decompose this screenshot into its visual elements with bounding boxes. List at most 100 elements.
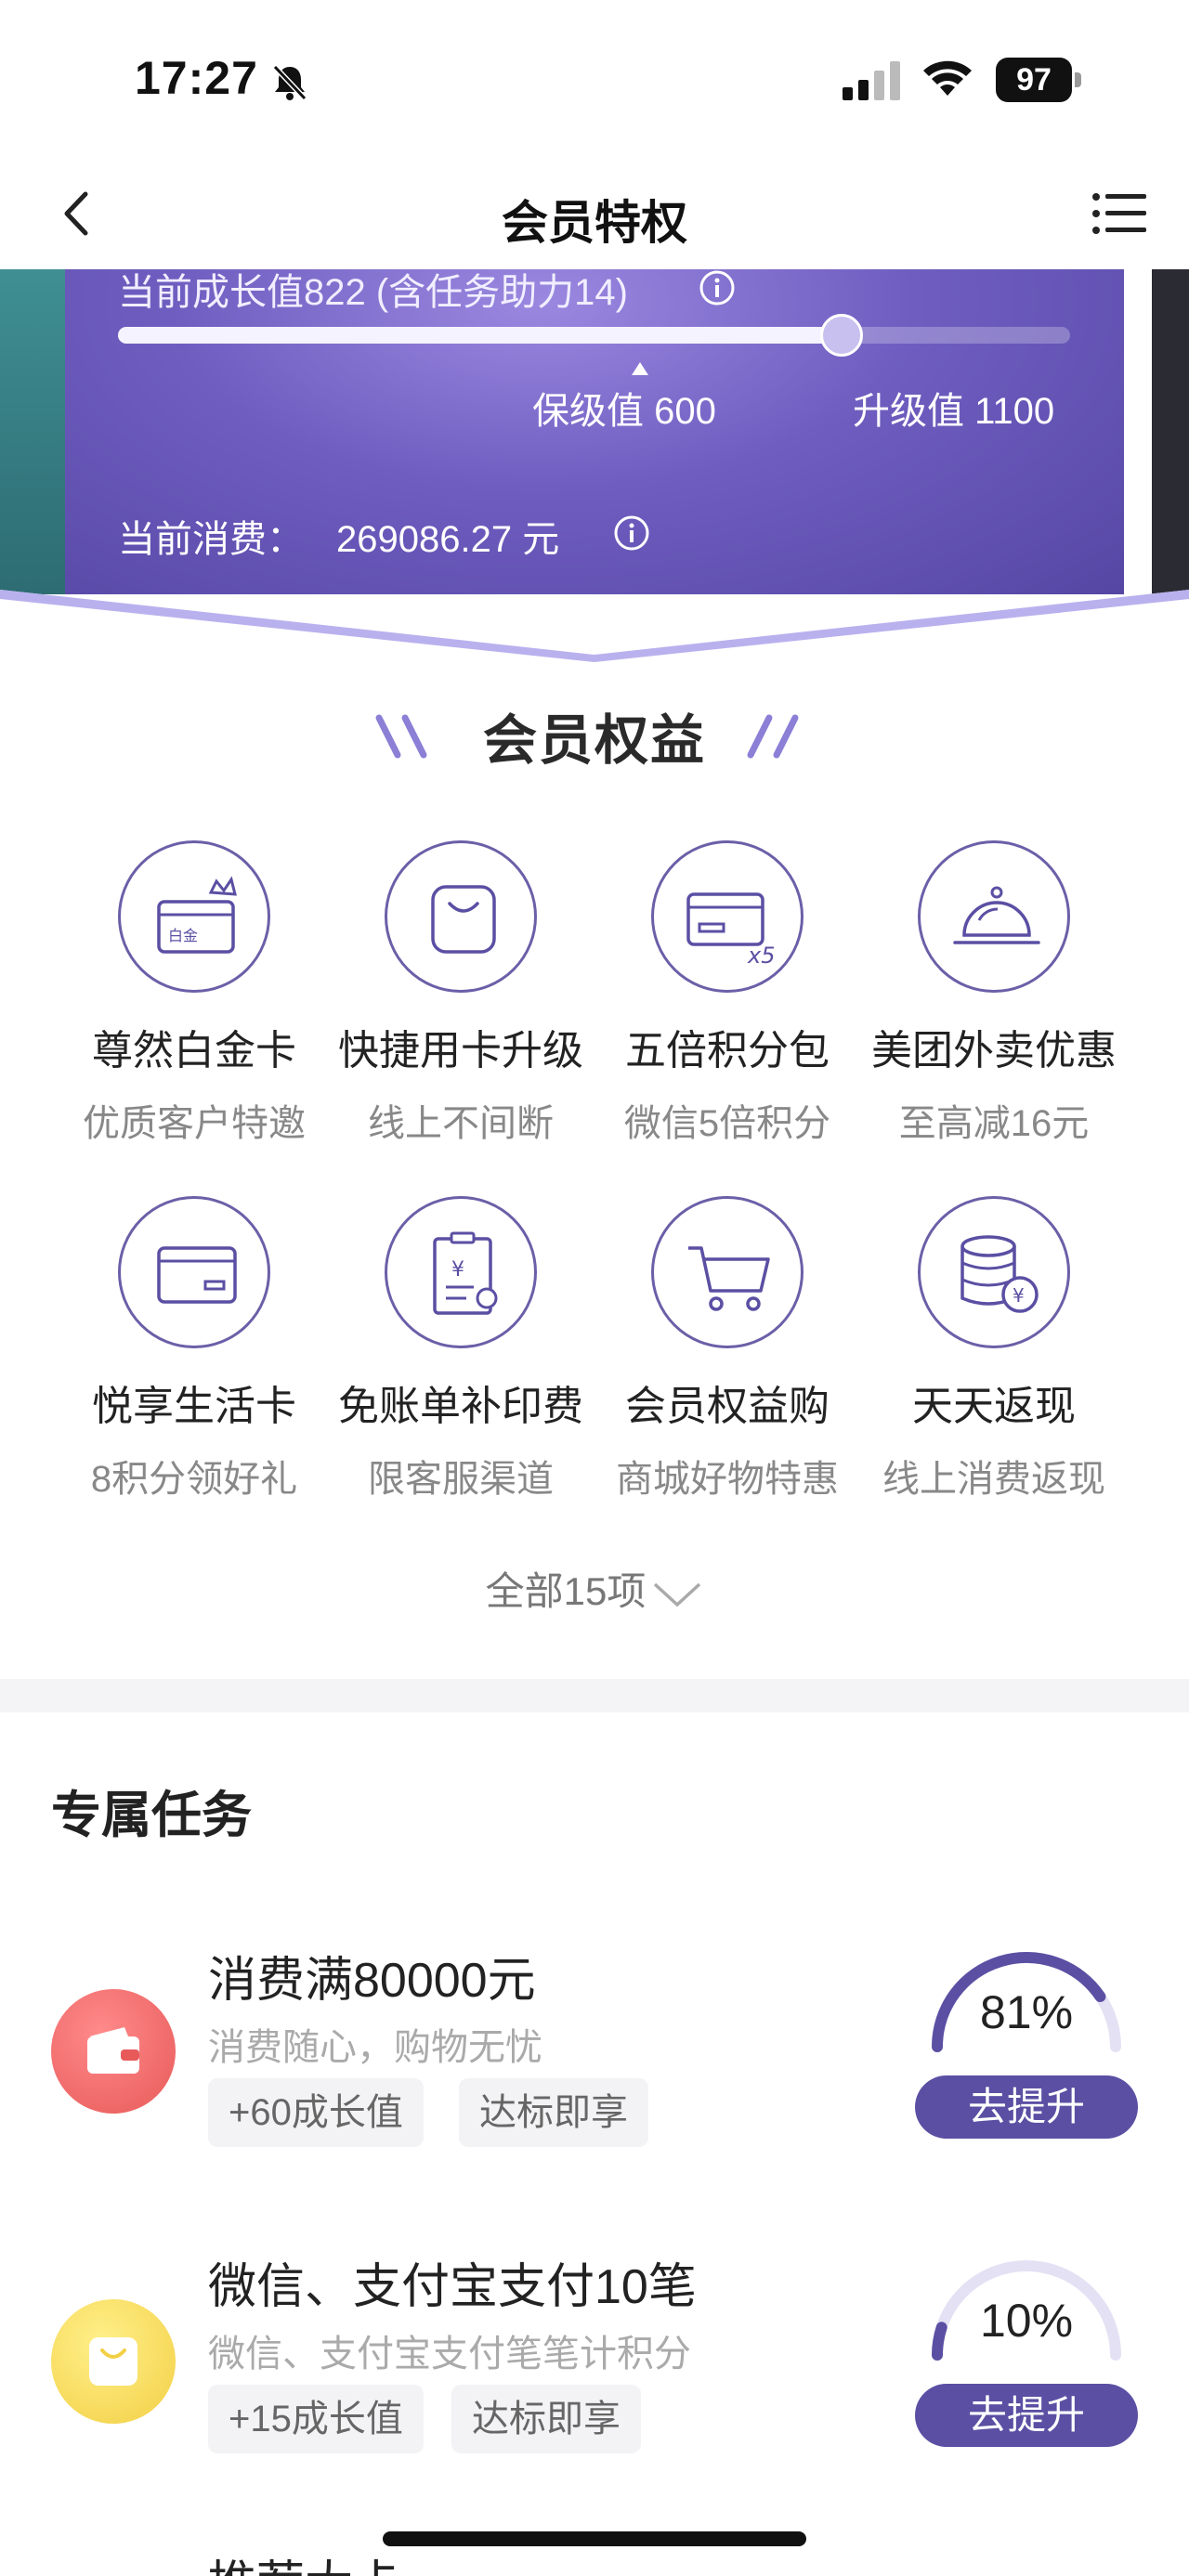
- benefit-desc: 线上消费返现: [882, 1459, 1105, 1500]
- benefit-desc: 限客服渠道: [368, 1459, 554, 1500]
- task-tag: +15成长值: [208, 2385, 424, 2453]
- benefits-title: 会员权益: [482, 710, 706, 771]
- benefit-icon-circle: [385, 840, 537, 993]
- benefit-name: 天天返现: [912, 1384, 1076, 1429]
- currency-text: ¥: [451, 1258, 464, 1281]
- status-time: 17:27: [135, 52, 258, 104]
- benefit-name: 尊然白金卡: [92, 1028, 296, 1073]
- benefit-name: 免账单补印费: [338, 1384, 583, 1429]
- progress-gauge: 10%: [924, 2251, 1129, 2372]
- growth-progress-fill: [118, 327, 842, 344]
- benefit-icon-circle: x5: [651, 840, 804, 993]
- benefit-meituan-discount[interactable]: 美团外卖优惠 至高减16元: [859, 840, 1129, 1156]
- x5-badge-text: x5: [747, 943, 775, 969]
- card-x5-icon: x5: [686, 892, 775, 969]
- food-cloche-icon: [953, 886, 1040, 944]
- benefit-bill-reprint[interactable]: ¥ 免账单补印费 限客服渠道: [326, 1196, 595, 1512]
- banner-right-card-edge: [1152, 269, 1189, 594]
- card-text: 白金: [168, 927, 198, 944]
- chevron-down-icon: [654, 1582, 701, 1607]
- home-indicator: [383, 2531, 806, 2546]
- benefits-header: 会员权益: [0, 696, 1189, 771]
- task-tag: 达标即享: [459, 2078, 648, 2147]
- task-icon-circle: [51, 1989, 176, 2114]
- task-subtitle: 消费随心，购物无忧: [208, 2027, 542, 2068]
- bill-icon: ¥: [433, 1231, 498, 1315]
- benefit-icon-circle: [918, 840, 1070, 993]
- benefit-platinum-card[interactable]: 白金 尊然白金卡 优质客户特邀: [59, 840, 329, 1156]
- benefit-name: 悦享生活卡: [92, 1384, 296, 1429]
- info-icon[interactable]: [613, 514, 650, 552]
- benefit-desc: 8积分领好礼: [90, 1459, 298, 1500]
- benefit-desc: 至高减16元: [898, 1103, 1090, 1144]
- benefit-member-shopping[interactable]: 会员权益购 商城好物特惠: [593, 1196, 862, 1512]
- improve-button[interactable]: 去提升: [915, 2384, 1138, 2447]
- platinum-card-icon: 白金: [157, 876, 237, 954]
- benefit-name: 快捷用卡升级: [338, 1028, 583, 1073]
- info-icon[interactable]: [699, 269, 736, 306]
- section-divider: [0, 1679, 1189, 1712]
- progress-percent: 81%: [979, 1986, 1074, 2038]
- task-title: 消费满80000元: [208, 1954, 536, 2008]
- nav-bar: 会员特权: [0, 158, 1189, 269]
- menu-list-button[interactable]: [1087, 184, 1152, 243]
- benefit-icon-circle: [651, 1196, 804, 1348]
- growth-progress-bar: [118, 314, 1070, 357]
- membership-banner: 当前成长值822 (含任务助力14) 保级值 600 升级值 1100 当前消费…: [0, 269, 1189, 669]
- benefit-five-times-points[interactable]: x5 五倍积分包 微信5倍积分: [593, 840, 862, 1156]
- slash-decoration-icon: [375, 714, 427, 759]
- keep-level-marker: [632, 362, 648, 375]
- battery-tip: [1075, 72, 1081, 87]
- benefit-icon-circle: 白金: [118, 840, 270, 993]
- keep-level-label: 保级值 600: [532, 391, 716, 432]
- wallet-icon: [87, 2027, 139, 2074]
- banner-left-card-edge: [0, 269, 65, 594]
- benefit-icon-circle: ¥: [385, 1196, 537, 1348]
- spend-label: 当前消费：: [118, 519, 304, 560]
- benefit-icon-circle: [118, 1196, 270, 1348]
- benefit-name: 美团外卖优惠: [871, 1028, 1117, 1073]
- progress-percent: 10%: [979, 2295, 1074, 2347]
- task-tag: +60成长值: [208, 2078, 424, 2147]
- upgrade-level-label: 升级值 1100: [853, 391, 1055, 432]
- spend-value: 269086.27 元: [336, 519, 560, 560]
- currency-text: ¥: [1013, 1284, 1025, 1307]
- benefit-quick-upgrade[interactable]: 快捷用卡升级 线上不间断: [326, 840, 595, 1156]
- slash-decoration-icon: [747, 714, 799, 759]
- bell-muted-icon: [272, 64, 307, 101]
- benefit-name: 五倍积分包: [625, 1028, 830, 1073]
- task-tag: 达标即享: [451, 2385, 641, 2453]
- improve-button[interactable]: 去提升: [915, 2075, 1138, 2139]
- bag-icon: [431, 885, 496, 954]
- growth-value-text: 当前成长值822 (含任务助力14): [118, 272, 628, 313]
- benefit-desc: 线上不间断: [368, 1103, 554, 1144]
- wheat-knob-icon: [820, 314, 863, 357]
- benefit-name: 会员权益购: [625, 1384, 830, 1429]
- benefit-icon-circle: ¥: [918, 1196, 1070, 1348]
- status-bar: 17:27 97: [0, 0, 1189, 158]
- task-title-partial: 推荐大卡: [208, 2544, 401, 2576]
- task-item: 消费满80000元 消费随心，购物无忧 +60成长值 达标即享 81% 去提升: [0, 1932, 1189, 2210]
- cellular-signal-icon: [843, 61, 900, 100]
- coins-icon: ¥: [960, 1235, 1039, 1313]
- benefit-desc: 商城好物特惠: [616, 1459, 839, 1500]
- task-icon-circle: [51, 2299, 176, 2424]
- card-icon: [157, 1246, 237, 1304]
- task-title: 微信、支付宝支付10笔: [208, 2260, 697, 2314]
- battery-level: 97: [996, 58, 1072, 102]
- task-subtitle: 微信、支付宝支付笔笔计积分: [208, 2334, 691, 2374]
- show-all-label: 全部15项: [485, 1569, 647, 1613]
- banner-bottom-wave: [0, 590, 1189, 669]
- progress-gauge: 81%: [924, 1943, 1129, 2063]
- benefit-daily-cashback[interactable]: ¥ 天天返现 线上消费返现: [859, 1196, 1129, 1512]
- tasks-section-title: 专属任务: [51, 1788, 252, 1843]
- cart-icon: [688, 1246, 770, 1311]
- page-title: 会员特权: [502, 197, 687, 249]
- benefit-desc: 优质客户特邀: [83, 1103, 306, 1144]
- battery-indicator: 97: [996, 58, 1081, 102]
- show-all-benefits-button[interactable]: 全部15项: [0, 1560, 1189, 1617]
- wifi-icon: [923, 60, 972, 96]
- benefit-desc: 微信5倍积分: [623, 1103, 831, 1144]
- task-item: 微信、支付宝支付10笔 微信、支付宝支付笔笔计积分 +15成长值 达标即享 10…: [0, 2240, 1189, 2518]
- benefit-life-card[interactable]: 悦享生活卡 8积分领好礼: [59, 1196, 329, 1512]
